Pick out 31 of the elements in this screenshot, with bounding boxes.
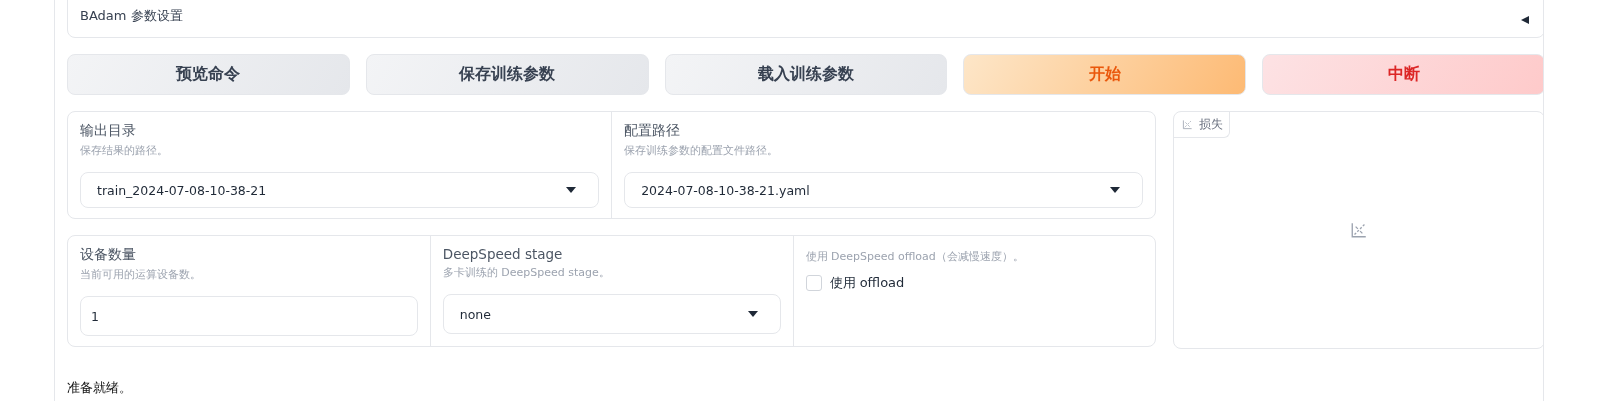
- field-info: 保存训练参数的配置文件路径。: [624, 143, 780, 158]
- caret-icon[interactable]: [1520, 15, 1530, 25]
- dropdown-value: train_2024-07-08-10-38-21: [97, 182, 267, 198]
- field-info: 当前可用的运算设备数。: [80, 267, 202, 282]
- dropdown-arrow-icon: [566, 187, 577, 193]
- field-label: 配置路径: [624, 122, 682, 140]
- dropdown-field[interactable]: train_2024-07-08-10-38-21: [80, 172, 600, 208]
- action-button[interactable]: 保存训练参数: [365, 54, 649, 95]
- checkbox-label[interactable]: 使用 offload: [829, 274, 905, 292]
- field-label: DeepSpeed stage: [442, 246, 564, 262]
- plot-label: 损失: [1174, 112, 1231, 138]
- field-label: 设备数量: [80, 246, 137, 264]
- chart-icon: [1182, 119, 1194, 130]
- empty-chart-icon: [1350, 221, 1369, 239]
- field-info: 使用 DeepSpeed offload（会减慢速度）。: [805, 249, 1025, 264]
- dropdown-value: none: [459, 306, 491, 322]
- field-info: 保存结果的路径。: [80, 143, 169, 158]
- action-button[interactable]: 载入训练参数: [664, 54, 948, 95]
- status-text: 准备就绪。: [67, 379, 133, 397]
- dropdown-field[interactable]: 2024-07-08-10-38-21.yaml: [624, 172, 1144, 208]
- number-input-field[interactable]: 1: [80, 296, 418, 336]
- action-button[interactable]: 预览命令: [67, 54, 350, 95]
- dropdown-field[interactable]: none: [442, 294, 781, 334]
- action-button[interactable]: 中断: [1262, 54, 1543, 95]
- accordion-title: BAdam 参数设置: [80, 7, 183, 25]
- dropdown-arrow-icon: [1110, 187, 1121, 193]
- dropdown-arrow-icon: [747, 311, 758, 317]
- dropdown-value: 2024-07-08-10-38-21.yaml: [641, 182, 810, 198]
- checkbox[interactable]: [805, 275, 822, 291]
- field-label: 输出目录: [80, 122, 137, 140]
- field-info: 多卡训练的 DeepSpeed stage。: [442, 265, 611, 280]
